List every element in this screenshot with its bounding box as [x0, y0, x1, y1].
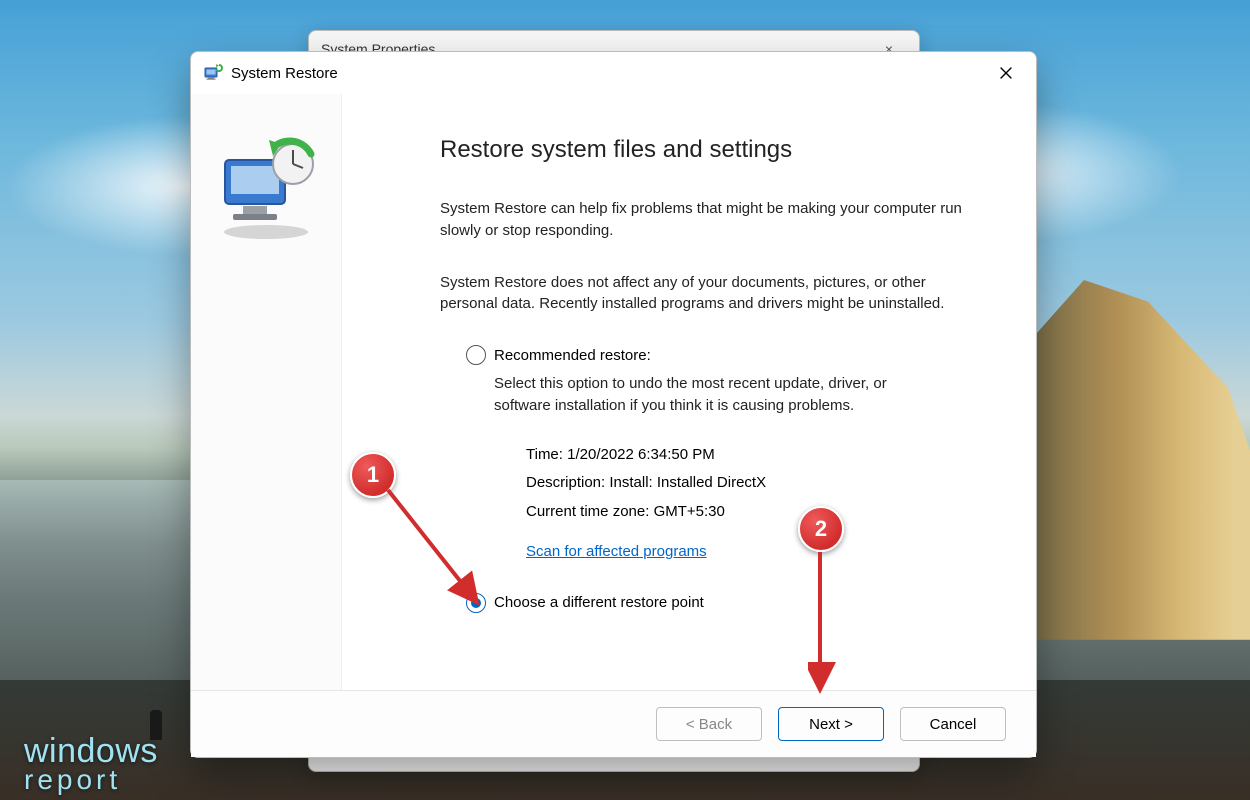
- choose-different-restore-option[interactable]: Choose a different restore point: [466, 593, 976, 613]
- page-heading: Restore system files and settings: [440, 136, 976, 164]
- dialog-title: System Restore: [231, 65, 338, 82]
- choose-different-label: Choose a different restore point: [494, 594, 704, 611]
- watermark: windows report: [24, 737, 158, 792]
- cancel-button[interactable]: Cancel: [900, 707, 1006, 741]
- intro-paragraph-2: System Restore does not affect any of yo…: [440, 272, 970, 316]
- dialog-sidebar: [191, 94, 342, 690]
- restore-options: Recommended restore: Select this option …: [466, 345, 976, 613]
- recommended-restore-label: Recommended restore:: [494, 347, 651, 364]
- system-restore-icon: [203, 63, 223, 83]
- dialog-footer: < Back Next > Cancel: [191, 690, 1036, 757]
- dialog-titlebar[interactable]: System Restore: [191, 52, 1036, 94]
- next-button[interactable]: Next >: [778, 707, 884, 741]
- back-button[interactable]: < Back: [656, 707, 762, 741]
- close-icon: [1000, 67, 1012, 79]
- radio-icon: [466, 593, 486, 613]
- restore-point-details: Time: 1/20/2022 6:34:50 PM Description: …: [526, 441, 976, 567]
- scan-affected-programs-link[interactable]: Scan for affected programs: [526, 538, 707, 567]
- detail-timezone: Current time zone: GMT+5:30: [526, 498, 976, 527]
- dialog-body: Restore system files and settings System…: [191, 94, 1036, 690]
- radio-icon: [466, 345, 486, 365]
- dialog-content: Restore system files and settings System…: [342, 94, 1036, 690]
- intro-paragraph-1: System Restore can help fix problems tha…: [440, 198, 970, 242]
- recommended-restore-option[interactable]: Recommended restore:: [466, 345, 976, 365]
- detail-description: Description: Install: Installed DirectX: [526, 469, 976, 498]
- system-restore-dialog: System Restore Restore system file: [190, 51, 1037, 758]
- detail-time: Time: 1/20/2022 6:34:50 PM: [526, 441, 976, 470]
- watermark-line1: windows: [24, 737, 158, 766]
- recommended-restore-desc: Select this option to undo the most rece…: [494, 373, 914, 417]
- watermark-line2: report: [24, 768, 158, 792]
- restore-artwork-icon: [211, 134, 321, 244]
- close-button[interactable]: [984, 58, 1028, 88]
